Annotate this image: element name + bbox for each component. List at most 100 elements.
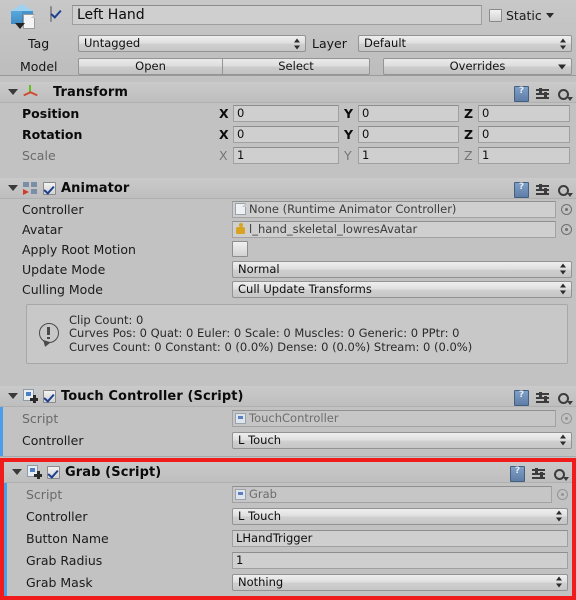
- avatar-icon: [235, 222, 246, 236]
- script-icon: [27, 465, 42, 479]
- animator-controller-objectfield[interactable]: None (Runtime Animator Controller): [232, 200, 556, 218]
- gameobject-enabled-checkbox[interactable]: [50, 6, 52, 22]
- model-select-button[interactable]: Select: [222, 58, 370, 75]
- preset-icon[interactable]: [532, 467, 546, 480]
- tag-label: Tag: [28, 36, 50, 51]
- gear-icon[interactable]: [557, 392, 573, 405]
- grab-controller-dropdown[interactable]: L Touch: [232, 507, 568, 525]
- preset-icon[interactable]: [536, 183, 550, 196]
- tag-dropdown[interactable]: Untagged: [78, 35, 306, 52]
- updown-icon: [560, 263, 567, 275]
- scale-z-input[interactable]: 1: [478, 147, 570, 164]
- animator-enabled-checkbox[interactable]: [43, 181, 56, 195]
- layer-dropdown[interactable]: Default: [358, 35, 572, 52]
- rotation-label: Rotation: [22, 127, 83, 142]
- layer-value: Default: [364, 36, 407, 50]
- grab-mask-row: Grab Mask Nothing: [0, 571, 576, 593]
- prefab-cube-icon[interactable]: [9, 4, 39, 31]
- grab-enabled-checkbox[interactable]: [47, 465, 60, 479]
- updown-icon: [294, 38, 301, 49]
- animator-title: Animator: [61, 180, 130, 196]
- controller-label: Controller: [26, 508, 88, 524]
- transform-header[interactable]: Transform: [0, 82, 576, 103]
- animator-header[interactable]: Animator: [0, 178, 576, 199]
- layer-label: Layer: [312, 36, 347, 51]
- touch-controller-script-row: Script TouchController: [0, 407, 576, 429]
- culling-mode-label: Culling Mode: [22, 281, 103, 297]
- scale-x-input[interactable]: 1: [233, 147, 339, 164]
- update-mode-dropdown[interactable]: Normal: [232, 260, 572, 278]
- scale-z-axis-label: Z: [464, 148, 473, 163]
- help-icon[interactable]: [514, 182, 529, 198]
- script-label: Script: [26, 486, 63, 502]
- overrides-label: Overrides: [449, 59, 506, 73]
- position-y-input[interactable]: 0: [358, 105, 459, 122]
- position-x-input[interactable]: 0: [233, 105, 339, 122]
- help-icon[interactable]: [514, 86, 529, 102]
- foldout-triangle-icon[interactable]: [8, 185, 18, 191]
- overrides-dropdown[interactable]: Overrides: [383, 58, 572, 75]
- grab-controller-value: L Touch: [238, 508, 282, 523]
- animator-avatar-picker[interactable]: [561, 223, 572, 235]
- animator-controller-picker[interactable]: [561, 203, 572, 215]
- touch-controller-script-value: TouchController: [249, 410, 339, 425]
- position-y-axis-label: Y: [344, 106, 354, 121]
- animator-update-mode-row: Update Mode Normal: [0, 259, 576, 279]
- preset-icon[interactable]: [536, 87, 550, 100]
- touch-controller-controller-dropdown[interactable]: L Touch: [232, 431, 572, 449]
- script-label: Script: [22, 410, 59, 426]
- animator-culling-mode-row: Culling Mode Cull Update Transforms: [0, 279, 576, 299]
- foldout-triangle-icon[interactable]: [8, 89, 18, 95]
- rotation-z-axis-label: Z: [464, 127, 474, 142]
- grab-button-name-input[interactable]: LHandTrigger: [232, 529, 568, 547]
- grab-mask-value: Nothing: [238, 574, 284, 589]
- component-animator: Animator Controller None (Runtime Animat…: [0, 178, 576, 387]
- grab-script-value: Grab: [249, 486, 277, 501]
- static-control[interactable]: Static: [489, 8, 554, 23]
- help-icon[interactable]: [510, 466, 525, 482]
- foldout-triangle-icon[interactable]: [12, 469, 22, 475]
- animator-avatar-objectfield[interactable]: l_hand_skeletal_lowresAvatar: [232, 220, 556, 238]
- gear-icon[interactable]: [557, 88, 573, 101]
- component-grab: Grab (Script) Script Grab Controller L T…: [0, 458, 576, 600]
- touch-controller-enabled-checkbox[interactable]: [43, 389, 56, 403]
- touch-controller-header[interactable]: Touch Controller (Script): [0, 386, 576, 407]
- apply-root-motion-checkbox[interactable]: [232, 241, 248, 257]
- position-z-input[interactable]: 0: [478, 105, 570, 122]
- help-icon[interactable]: [514, 390, 529, 406]
- static-checkbox[interactable]: [489, 9, 502, 22]
- animator-avatar-row: Avatar l_hand_skeletal_lowresAvatar: [0, 219, 576, 239]
- chevron-down-icon[interactable]: [545, 13, 554, 18]
- updown-icon: [560, 38, 567, 49]
- grab-controller-row: Controller L Touch: [0, 505, 576, 527]
- animator-icon: [23, 181, 38, 195]
- grab-mask-label: Grab Mask: [26, 574, 93, 590]
- grab-radius-input[interactable]: 1: [232, 551, 568, 569]
- scale-y-input[interactable]: 1: [358, 147, 459, 164]
- updown-icon: [556, 576, 563, 588]
- rotation-x-input[interactable]: 0: [233, 126, 339, 143]
- gear-icon[interactable]: [557, 184, 573, 197]
- updown-icon: [560, 283, 567, 295]
- transform-axis-icon: [23, 85, 38, 99]
- grab-title: Grab (Script): [65, 464, 162, 480]
- rotation-y-axis-label: Y: [344, 127, 354, 142]
- culling-mode-dropdown[interactable]: Cull Update Transforms: [232, 280, 572, 298]
- info-line-clip-count: Clip Count: 0: [69, 312, 144, 327]
- grab-mask-dropdown[interactable]: Nothing: [232, 573, 568, 591]
- preset-icon[interactable]: [536, 391, 550, 404]
- info-line-curves: Curves Pos: 0 Quat: 0 Euler: 0 Scale: 0 …: [69, 326, 460, 341]
- apply-root-motion-label: Apply Root Motion: [22, 241, 136, 257]
- grab-header[interactable]: Grab (Script): [0, 462, 576, 483]
- avatar-label: Avatar: [22, 221, 63, 237]
- model-label: Model: [20, 59, 58, 74]
- gear-icon[interactable]: [553, 468, 569, 481]
- rotation-y-input[interactable]: 0: [358, 126, 459, 143]
- model-open-button[interactable]: Open: [78, 58, 223, 75]
- grab-radius-label: Grab Radius: [26, 552, 103, 568]
- updown-icon: [560, 434, 567, 446]
- rotation-z-input[interactable]: 0: [478, 126, 570, 143]
- foldout-triangle-icon[interactable]: [8, 393, 18, 399]
- transform-title: Transform: [53, 84, 129, 100]
- gameobject-name-input[interactable]: Left Hand: [72, 5, 482, 25]
